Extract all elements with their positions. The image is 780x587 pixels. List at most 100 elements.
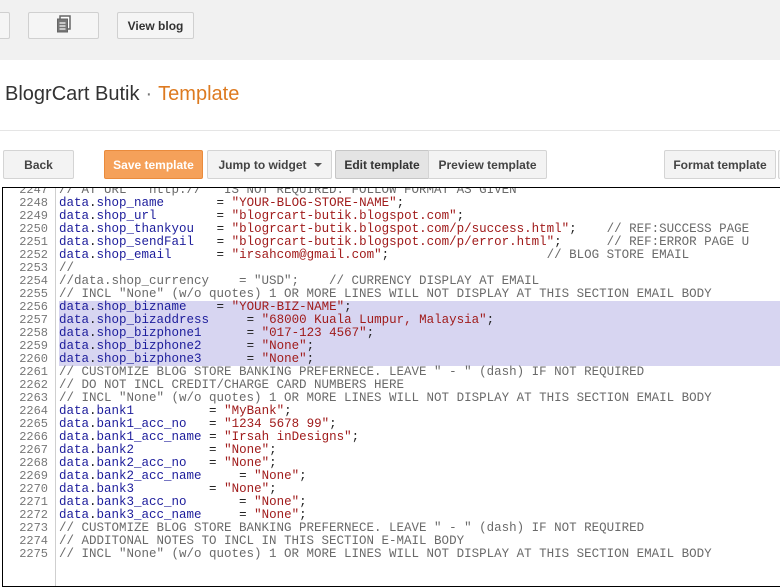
code-token: "YOUR-BIZ-NAME"	[231, 300, 345, 314]
code-token: shop_bizphone2	[96, 339, 202, 353]
code-token: .	[89, 235, 97, 249]
code-token: "Irsah inDesigns"	[224, 430, 352, 444]
code-token: "None"	[224, 443, 270, 457]
code-token: data	[59, 443, 90, 457]
back-button[interactable]: Back	[3, 150, 74, 179]
save-template-button[interactable]: Save template	[104, 150, 203, 179]
code-token: ;	[486, 313, 495, 327]
code-token: data	[59, 339, 90, 353]
code-token: data	[59, 222, 90, 236]
line-number: 2275	[19, 547, 48, 561]
code-token: // INCL "None" (w/o quotes) 1 OR MORE LI…	[59, 391, 712, 405]
code-token: ;	[306, 352, 315, 366]
code-token: .	[89, 482, 97, 496]
top-bar-left-button[interactable]	[0, 12, 10, 39]
code-token: =	[201, 430, 225, 444]
code-token: data	[59, 495, 90, 509]
code-token: "None"	[224, 456, 270, 470]
code-token: .	[89, 209, 97, 223]
code-token: =	[164, 196, 232, 210]
code-token: .	[89, 456, 97, 470]
code-token: data	[59, 404, 90, 418]
code-token: =	[171, 248, 232, 262]
code-token: .	[89, 196, 97, 210]
code-token: .	[89, 326, 97, 340]
code-token: "YOUR-BLOG-STORE-NAME"	[231, 196, 397, 210]
code-token: "blogrcart-butik.blogspot.com"	[231, 209, 457, 223]
code-token: =	[134, 443, 225, 457]
code-token: .	[89, 313, 97, 327]
code-token: "None"	[254, 495, 300, 509]
code-token: "None"	[261, 352, 307, 366]
view-blog-button[interactable]: View blog	[117, 12, 194, 39]
code-token: bank3_acc_no	[96, 495, 187, 509]
code-token: // BLOG STORE EMAIL	[546, 248, 690, 262]
code-token: .	[89, 339, 97, 353]
code-token: .	[89, 300, 97, 314]
code-token: data	[59, 352, 90, 366]
code-token: data	[59, 248, 90, 262]
code-token: data	[59, 209, 90, 223]
code-token: =	[201, 352, 262, 366]
code-token: "68000 Kuala Lumpur, Malaysia"	[261, 313, 487, 327]
code-token: data	[59, 456, 90, 470]
code-editor[interactable]: 2247// AT URL " http:// " IS NOT REQUIRE…	[2, 187, 780, 587]
code-token: shop_sendFail	[96, 235, 195, 249]
line-code: // INCL "None" (w/o quotes) 1 OR MORE LI…	[59, 548, 712, 561]
code-token: data	[59, 469, 90, 483]
code-token: data	[59, 300, 90, 314]
code-line[interactable]: 2275 // INCL "None" (w/o quotes) 1 OR MOR…	[3, 548, 780, 561]
code-token: .	[89, 404, 97, 418]
code-token: .	[89, 508, 97, 522]
code-token: data	[59, 482, 90, 496]
code-token: // CUSTOMIZE BLOG STORE BANKING PREFERNE…	[59, 521, 645, 535]
code-token: //	[59, 261, 75, 275]
code-token: bank3_acc_name	[96, 508, 202, 522]
code-token: shop_bizphone1	[96, 326, 202, 340]
code-token: =	[201, 469, 255, 483]
code-token: "blogrcart-butik.blogspot.com/p/success.…	[231, 222, 570, 236]
code-token: data	[59, 508, 90, 522]
blog-name: BlogrCart Butik	[5, 83, 140, 105]
code-token: =	[134, 404, 225, 418]
code-token: .	[89, 495, 97, 509]
code-token: =	[134, 482, 225, 496]
code-token: ;	[569, 222, 607, 236]
edit-template-button[interactable]: Edit template	[335, 150, 429, 179]
section-name: Template	[158, 83, 240, 105]
code-line[interactable]: 2252 data.shop_email = "irsahcom@gmail.co…	[3, 249, 780, 262]
code-token: shop_bizname	[96, 300, 187, 314]
pages-button[interactable]	[28, 12, 99, 39]
jump-to-widget-dropdown[interactable]: Jump to widget	[207, 150, 332, 179]
code-token: "MyBank"	[224, 404, 285, 418]
code-token: =	[194, 235, 232, 249]
code-token: "blogrcart-butik.blogspot.com/p/error.ht…	[231, 235, 555, 249]
code-token: .	[89, 222, 97, 236]
code-token: ;	[396, 196, 405, 210]
format-template-button[interactable]: Format template	[664, 150, 776, 179]
code-token: bank2_acc_name	[96, 469, 202, 483]
code-token: ;	[306, 339, 315, 353]
code-token: "None"	[224, 482, 270, 496]
code-token: =	[186, 495, 255, 509]
code-token: ;	[456, 209, 465, 223]
code-token: =	[201, 339, 262, 353]
code-token: .	[89, 430, 97, 444]
code-token: data	[59, 196, 90, 210]
code-token: //data.shop_currency = "USD"; // CURRENC…	[59, 274, 540, 288]
code-token: =	[201, 508, 255, 522]
code-token: // REF:SUCCESS PAGE	[606, 222, 750, 236]
code-token: ;	[299, 469, 307, 483]
code-token: "1234 5678 99"	[224, 417, 330, 431]
code-token: =	[186, 417, 225, 431]
code-token: =	[186, 456, 225, 470]
code-token: data	[59, 417, 90, 431]
code-token: shop_url	[96, 209, 157, 223]
code-token: =	[156, 209, 232, 223]
code-token: // INCL "None" (w/o quotes) 1 OR MORE LI…	[59, 287, 712, 301]
code-token: =	[201, 326, 262, 340]
code-token: // INCL "None" (w/o quotes) 1 OR MORE LI…	[59, 547, 712, 561]
title-separator: ·	[145, 83, 153, 105]
preview-template-button[interactable]: Preview template	[428, 150, 547, 179]
code-token: bank1_acc_no	[96, 417, 187, 431]
